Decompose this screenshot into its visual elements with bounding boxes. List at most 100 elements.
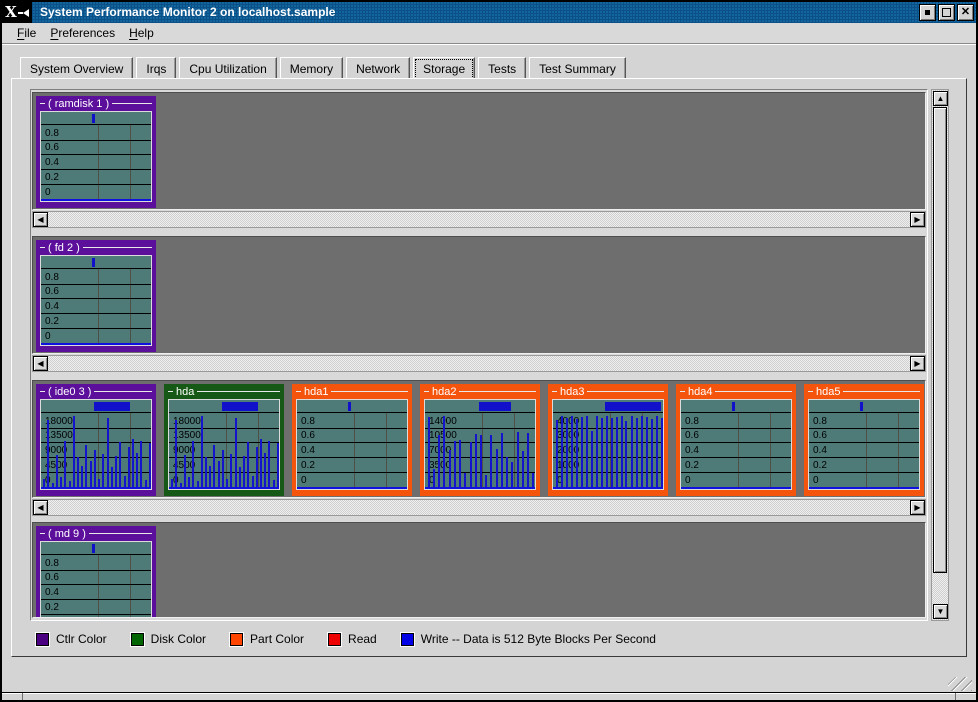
vertical-scrollbar-thumb[interactable] — [933, 107, 947, 573]
scroll-down-button[interactable]: ▼ — [933, 604, 948, 619]
graph-indicator-bar — [348, 402, 351, 411]
legend-item: Read — [328, 632, 377, 646]
legend-item: Write -- Data is 512 Byte Blocks Per Sec… — [401, 632, 656, 646]
vertical-scrollbar[interactable]: ▲ ▼ — [931, 89, 949, 621]
storage-graph-hda2: hda21400010500700035000 — [420, 384, 540, 496]
gridline-horizontal — [681, 442, 791, 443]
graph-title: ( ramdisk 1 ) — [40, 96, 152, 111]
write-spike — [591, 431, 593, 487]
y-axis-label: 0.2 — [45, 173, 59, 183]
gridline-vertical — [98, 269, 99, 345]
horizontal-scrollbar-fd[interactable]: ◀▶ — [32, 355, 926, 372]
maximize-button[interactable] — [938, 4, 955, 21]
horizontal-scrollbar-ramdisk[interactable]: ◀▶ — [32, 211, 926, 228]
storage-graph-md9: ( md 9 )0.80.60.40.20 — [36, 526, 156, 618]
graph-indicator-strip — [41, 112, 151, 125]
gridline-horizontal — [169, 442, 279, 443]
gridline-horizontal — [297, 472, 407, 473]
write-baseline — [41, 343, 151, 345]
write-spike — [646, 417, 648, 487]
legend-label: Write -- Data is 512 Byte Blocks Per Sec… — [421, 632, 656, 646]
y-axis-label: 0.8 — [813, 417, 827, 427]
gridline-horizontal — [297, 428, 407, 429]
graph-plot: 0.80.60.40.20 — [808, 399, 920, 490]
write-spike — [213, 445, 215, 487]
write-baseline — [41, 199, 151, 201]
gridline-horizontal — [809, 442, 919, 443]
window-menu-button[interactable]: X — [2, 2, 32, 23]
menu-help[interactable]: Help — [122, 24, 161, 42]
write-spike — [506, 457, 508, 487]
y-axis-label: 0.2 — [45, 603, 59, 613]
scroll-right-button[interactable]: ▶ — [910, 500, 925, 515]
graph-grid: 40003000200010000 — [553, 413, 663, 489]
write-spike — [145, 480, 147, 487]
gridline-vertical — [898, 413, 899, 489]
write-spike — [596, 416, 598, 487]
gridline-horizontal — [297, 442, 407, 443]
write-spike — [175, 420, 177, 487]
scroll-up-button[interactable]: ▲ — [933, 91, 948, 106]
close-button[interactable]: ✕ — [957, 4, 974, 21]
write-spike — [111, 467, 113, 487]
write-spike — [128, 447, 130, 487]
write-spike — [581, 417, 583, 487]
graph-title: hda2 — [424, 384, 536, 399]
write-spike — [252, 476, 254, 487]
write-spike — [464, 473, 466, 487]
graph-plot: 0.80.60.40.20 — [296, 399, 408, 490]
gridline-horizontal — [41, 599, 151, 600]
gridline-horizontal — [809, 457, 919, 458]
y-axis-label: 0.4 — [45, 158, 59, 168]
write-spike — [631, 416, 633, 487]
storage-graph-fd2: ( fd 2 )0.80.60.40.20 — [36, 240, 156, 352]
graph-plot: 0.80.60.40.20 — [40, 541, 152, 618]
gridline-horizontal — [41, 428, 151, 429]
scroll-left-button[interactable]: ◀ — [33, 212, 48, 227]
gridline-vertical — [130, 269, 131, 345]
write-spike — [527, 433, 529, 487]
y-axis-label: 0.4 — [685, 446, 699, 456]
gridline-horizontal — [41, 313, 151, 314]
scroll-left-button[interactable]: ◀ — [33, 356, 48, 371]
write-spike — [616, 417, 618, 487]
gridline-horizontal — [41, 184, 151, 185]
horizontal-scrollbar-ide0[interactable]: ◀▶ — [32, 499, 926, 516]
write-spike — [556, 420, 558, 487]
y-axis-label: 0.2 — [813, 461, 827, 471]
write-spike — [264, 453, 266, 487]
gridline-vertical — [98, 555, 99, 618]
write-spike — [621, 416, 623, 487]
frame-notch — [955, 693, 956, 700]
x11-logo-icon: X — [5, 5, 17, 20]
y-axis-label: 0 — [45, 188, 51, 198]
write-spike — [56, 455, 58, 487]
write-spike — [188, 477, 190, 487]
menu-preferences[interactable]: Preferences — [43, 24, 122, 42]
gridline-horizontal — [41, 154, 151, 155]
write-spike — [243, 456, 245, 487]
maximize-icon — [942, 8, 951, 17]
storage-graph-hda1: hda10.80.60.40.20 — [292, 384, 412, 496]
write-baseline — [553, 487, 663, 489]
graph-grid: 0.80.60.40.20 — [681, 413, 791, 489]
menu-file[interactable]: File — [10, 24, 43, 42]
write-spike — [132, 439, 134, 487]
legend-label: Disk Color — [151, 632, 206, 646]
write-spike — [475, 434, 477, 487]
write-spike — [140, 441, 142, 487]
write-spike — [77, 457, 79, 487]
resize-grip[interactable] — [948, 677, 972, 691]
gridline-horizontal — [41, 169, 151, 170]
write-spike — [625, 421, 627, 487]
storage-row-md: ( md 9 )0.80.60.40.20 — [32, 522, 926, 618]
graph-indicator-bar — [479, 402, 511, 411]
scroll-right-button[interactable]: ▶ — [910, 212, 925, 227]
gridline-horizontal — [681, 472, 791, 473]
write-baseline — [297, 487, 407, 489]
title-bar: X System Performance Monitor 2 on localh… — [2, 2, 976, 24]
gridline-horizontal — [809, 472, 919, 473]
scroll-right-button[interactable]: ▶ — [910, 356, 925, 371]
minimize-button[interactable] — [919, 4, 936, 21]
scroll-left-button[interactable]: ◀ — [33, 500, 48, 515]
